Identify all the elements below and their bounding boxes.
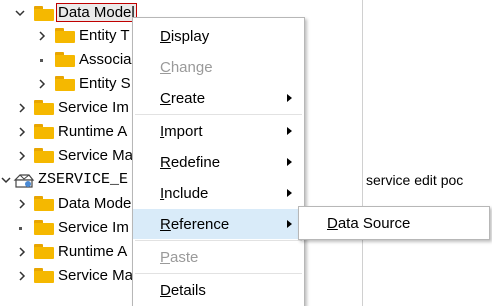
tree-node-label: Entity T: [79, 27, 130, 44]
menu-item-label: Paste: [160, 248, 199, 266]
menu-item-import[interactable]: Import: [133, 116, 304, 146]
submenu-item-data-source[interactable]: Data Source: [300, 208, 488, 238]
expand-chevron-icon[interactable]: [16, 270, 28, 282]
folder-icon: [34, 100, 54, 115]
folder-open-icon: [34, 6, 54, 21]
expand-chevron-icon[interactable]: [16, 126, 28, 138]
menu-item-include[interactable]: Include: [133, 178, 304, 208]
submenu-arrow-icon: [287, 220, 292, 228]
menu-item-change: Change: [133, 52, 304, 82]
menu-separator: [135, 114, 302, 115]
menu-item-label: Details: [160, 281, 206, 299]
submenu-item-label: Data Source: [327, 214, 411, 232]
folder-icon: [34, 220, 54, 235]
folder-icon: [34, 148, 54, 163]
menu-item-label: Reference: [160, 215, 230, 233]
tree-node-label: Entity S: [79, 75, 131, 92]
submenu-arrow-icon: [287, 127, 292, 135]
menu-item-label: Redefine: [160, 153, 221, 171]
expand-chevron-icon[interactable]: [16, 246, 28, 258]
tree-node-label: Associa: [79, 51, 132, 68]
menu-item-redefine[interactable]: Redefine: [133, 147, 304, 177]
service-project-icon: [13, 174, 35, 188]
collapse-chevron-icon[interactable]: [0, 174, 12, 186]
menu-item-label: Include: [160, 184, 209, 202]
tree-node-label: ZSERVICE_E: [38, 171, 129, 188]
tree-node-label: Service Im: [58, 219, 129, 236]
tree-node-label: Data Model: [56, 3, 137, 22]
menu-separator: [135, 273, 302, 274]
context-menu: Display Change Create Import Redefine In…: [132, 17, 305, 306]
submenu-arrow-icon: [287, 189, 292, 197]
menu-item-display[interactable]: Display: [133, 21, 304, 51]
tree-node-label: Service Ma: [58, 267, 134, 284]
menu-item-create[interactable]: Create: [133, 83, 304, 113]
folder-icon: [34, 268, 54, 283]
expand-chevron-icon[interactable]: [16, 150, 28, 162]
menu-item-label: Display: [160, 27, 210, 45]
menu-item-label: Import: [160, 122, 203, 140]
tree-node-label: Runtime A: [58, 123, 128, 140]
menu-item-label: Change: [160, 58, 213, 76]
menu-item-paste: Paste: [133, 242, 304, 272]
collapse-chevron-icon[interactable]: [14, 7, 26, 19]
folder-icon: [34, 124, 54, 139]
tree-node-label: Runtime A: [58, 243, 128, 260]
submenu-arrow-icon: [287, 158, 292, 166]
column-divider: [362, 0, 363, 306]
menu-separator: [135, 240, 302, 241]
menu-item-details[interactable]: Details: [133, 275, 304, 305]
folder-icon: [55, 28, 75, 43]
folder-icon: [55, 52, 75, 67]
folder-icon: [34, 244, 54, 259]
expand-chevron-icon[interactable]: [36, 30, 48, 42]
screen: Data Model Entity T Associa Entity S Ser…: [0, 0, 492, 306]
tree-node-label: Service Im: [58, 99, 129, 116]
project-description: service edit poc: [366, 172, 464, 188]
reference-submenu: Data Source: [298, 206, 490, 240]
menu-item-reference[interactable]: Reference: [133, 209, 304, 239]
submenu-arrow-icon: [287, 94, 292, 102]
expand-chevron-icon[interactable]: [16, 198, 28, 210]
expand-chevron-icon[interactable]: [36, 78, 48, 90]
leaf-dot-icon: [40, 59, 43, 62]
folder-icon: [55, 76, 75, 91]
tree-node-label: Service Ma: [58, 147, 134, 164]
leaf-dot-icon: [19, 227, 22, 230]
expand-chevron-icon[interactable]: [16, 102, 28, 114]
tree-node-label: Data Mode: [58, 195, 132, 212]
folder-icon: [34, 196, 54, 211]
menu-item-label: Create: [160, 89, 206, 107]
